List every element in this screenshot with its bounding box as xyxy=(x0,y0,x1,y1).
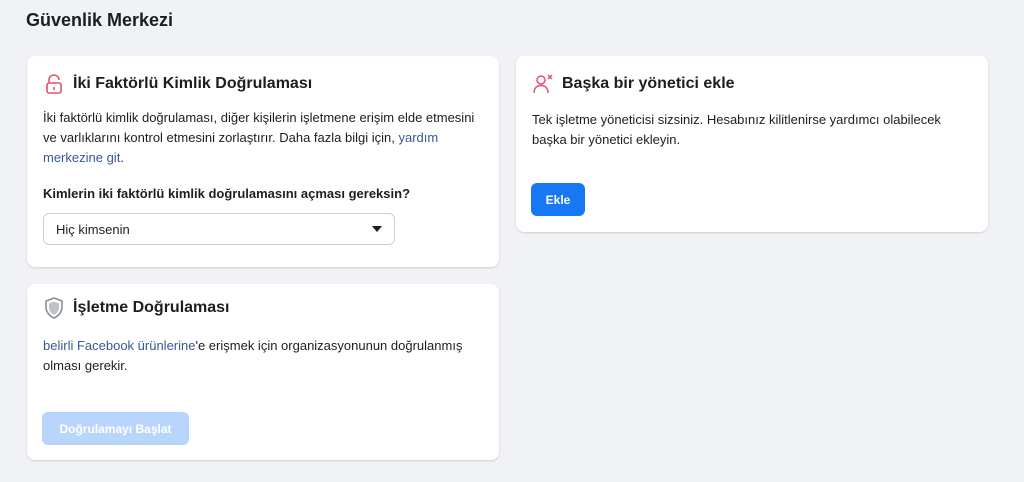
facebook-products-link[interactable]: belirli Facebook ürünlerine xyxy=(43,338,195,353)
two-factor-select[interactable]: Hiç kimsenin xyxy=(43,213,395,245)
two-factor-title: İki Faktörlü Kimlik Doğrulaması xyxy=(73,75,313,92)
business-verification-card: İşletme Doğrulaması belirli Facebook ürü… xyxy=(27,284,499,460)
business-verification-header: İşletme Doğrulaması xyxy=(43,297,483,319)
business-verification-title: İşletme Doğrulaması xyxy=(73,299,230,316)
two-factor-question: Kimlerin iki faktörlü kimlik doğrulaması… xyxy=(43,186,411,201)
two-factor-select-value: Hiç kimsenin xyxy=(56,221,130,237)
two-factor-description-suffix: . xyxy=(120,150,124,165)
add-person-icon xyxy=(532,73,554,95)
chevron-down-icon xyxy=(372,226,382,232)
add-admin-card: Başka bir yönetici ekle Tek işletme yöne… xyxy=(516,56,988,232)
add-admin-header: Başka bir yönetici ekle xyxy=(532,74,972,94)
page-title: Güvenlik Merkezi xyxy=(26,10,174,30)
shield-icon xyxy=(43,297,65,319)
two-factor-header: İki Faktörlü Kimlik Doğrulaması xyxy=(43,74,483,94)
add-admin-title: Başka bir yönetici ekle xyxy=(562,75,735,92)
add-admin-button[interactable]: Ekle xyxy=(531,183,585,216)
add-admin-description: Tek işletme yöneticisi sizsiniz. Hesabın… xyxy=(532,112,941,147)
two-factor-card: İki Faktörlü Kimlik Doğrulaması İki fakt… xyxy=(27,56,499,267)
two-factor-description: İki faktörlü kimlik doğrulaması, diğer k… xyxy=(43,108,483,168)
start-verification-button[interactable]: Doğrulamayı Başlat xyxy=(42,412,189,445)
lock-icon xyxy=(43,73,65,95)
business-verification-description: belirli Facebook ürünlerine'e erişmek iç… xyxy=(43,336,483,376)
